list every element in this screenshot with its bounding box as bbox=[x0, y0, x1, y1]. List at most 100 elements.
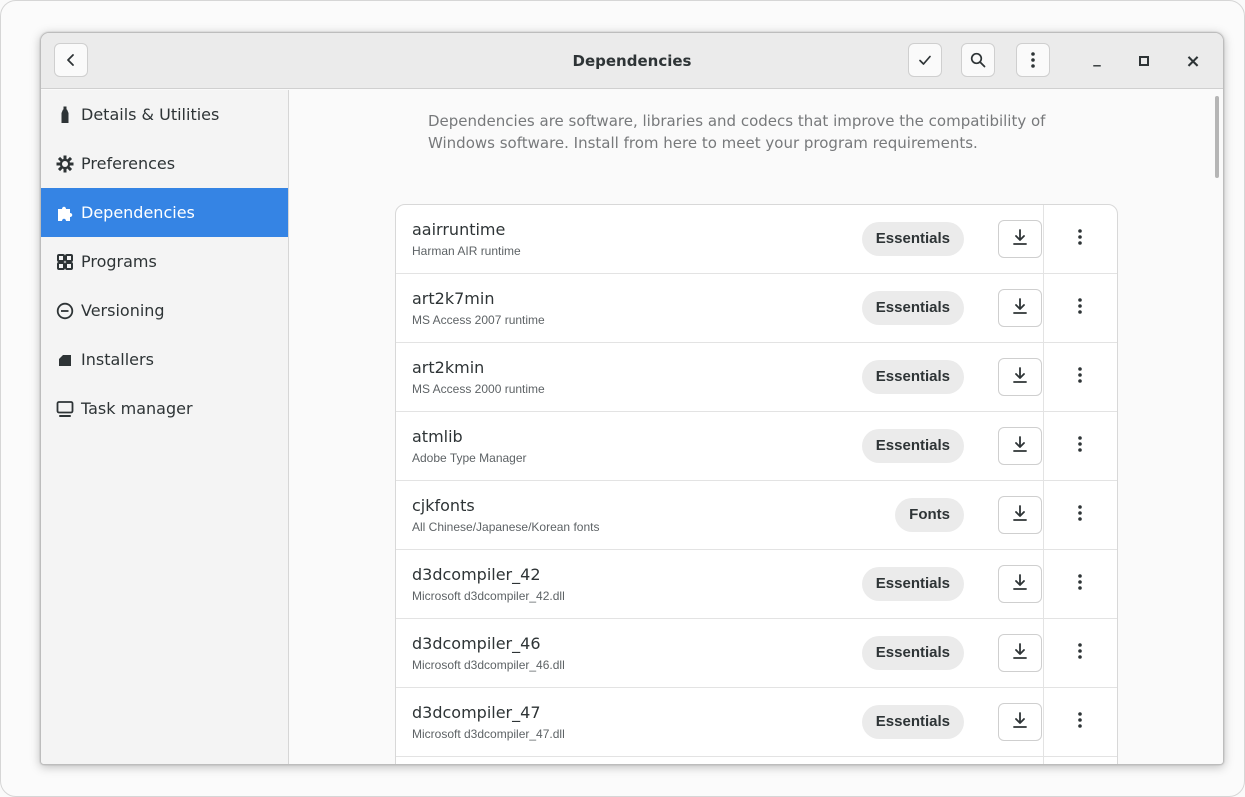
dependency-row[interactable]: cjkfonts All Chinese/Japanese/Korean font… bbox=[396, 481, 1117, 550]
minimize-label: _ bbox=[1093, 49, 1101, 67]
row-divider bbox=[1043, 757, 1044, 764]
vertical-ellipsis-icon bbox=[1078, 642, 1082, 664]
download-icon bbox=[1012, 435, 1028, 457]
dependency-description: Microsoft d3dcompiler_42.dll bbox=[412, 589, 565, 603]
category-badge: Essentials bbox=[861, 636, 964, 670]
dependencies-list: aairruntime Harman AIR runtime Essentials a… bbox=[395, 204, 1118, 764]
dependency-name: d3dcompiler_42 bbox=[412, 565, 541, 584]
row-divider bbox=[1043, 688, 1044, 757]
dependency-description: Harman AIR runtime bbox=[412, 244, 521, 258]
app-window: Dependencies _ × Details & Utilities Pre… bbox=[40, 32, 1224, 765]
search-icon bbox=[970, 52, 986, 68]
clock-icon bbox=[55, 301, 75, 321]
sidebar-item-label: Installers bbox=[81, 350, 154, 369]
sidebar-item-installers[interactable]: Installers bbox=[41, 335, 288, 384]
row-divider bbox=[1043, 343, 1044, 412]
vertical-ellipsis-icon bbox=[1078, 573, 1082, 595]
dependency-row[interactable]: d3dcompiler_42 Microsoft d3dcompiler_42.d… bbox=[396, 550, 1117, 619]
sidebar-item-dependencies[interactable]: Dependencies bbox=[41, 188, 288, 237]
download-icon bbox=[1012, 573, 1028, 595]
sidebar-item-versioning[interactable]: Versioning bbox=[41, 286, 288, 335]
row-menu-button[interactable] bbox=[1063, 567, 1097, 601]
vertical-ellipsis-icon bbox=[1078, 228, 1082, 250]
confirm-button[interactable] bbox=[908, 43, 942, 77]
vertical-ellipsis-icon bbox=[1078, 711, 1082, 733]
category-badge: Essentials bbox=[861, 429, 964, 463]
dependency-name: art2kmin bbox=[412, 358, 485, 377]
row-menu-button[interactable] bbox=[1063, 705, 1097, 739]
category-badge: Fonts bbox=[895, 498, 964, 532]
chevron-left-icon bbox=[64, 53, 78, 67]
search-button[interactable] bbox=[961, 43, 995, 77]
dependencies-description: Dependencies are software, libraries and… bbox=[428, 112, 1046, 152]
dependency-name: d3dcompiler_46 bbox=[412, 634, 541, 653]
dependency-name: cjkfonts bbox=[412, 496, 475, 515]
sidebar-item-preferences[interactable]: Preferences bbox=[41, 139, 288, 188]
dependency-row[interactable]: d3dcompiler_47 Microsoft d3dcompiler_47.d… bbox=[396, 688, 1117, 757]
sidebar-item-label: Details & Utilities bbox=[81, 105, 220, 124]
dependency-row[interactable]: atmlib Adobe Type Manager Essentials bbox=[396, 412, 1117, 481]
dependencies-panel: Dependencies are software, libraries and… bbox=[290, 90, 1223, 764]
main-menu-button[interactable] bbox=[1016, 43, 1050, 77]
close-button[interactable]: × bbox=[1180, 48, 1206, 74]
minimize-button[interactable]: _ bbox=[1084, 48, 1110, 74]
vertical-ellipsis-icon bbox=[1031, 52, 1035, 68]
download-icon bbox=[1012, 228, 1028, 250]
row-menu-button[interactable] bbox=[1063, 222, 1097, 256]
vertical-ellipsis-icon bbox=[1078, 297, 1082, 319]
sidebar-item-programs[interactable]: Programs bbox=[41, 237, 288, 286]
vertical-ellipsis-icon bbox=[1078, 504, 1082, 526]
install-button[interactable] bbox=[998, 703, 1042, 741]
dependency-name: d3dcompiler_47 bbox=[412, 703, 541, 722]
vertical-ellipsis-icon bbox=[1078, 366, 1082, 388]
dependency-description: All Chinese/Japanese/Korean fonts bbox=[412, 520, 600, 534]
row-menu-button[interactable] bbox=[1063, 291, 1097, 325]
dependency-description: Adobe Type Manager bbox=[412, 451, 527, 465]
maximize-button[interactable] bbox=[1131, 48, 1157, 74]
dependency-row[interactable]: d3dx11Essentials bbox=[396, 757, 1117, 764]
sidebar-item-task-manager[interactable]: Task manager bbox=[41, 384, 288, 433]
row-divider bbox=[1043, 481, 1044, 550]
row-menu-button[interactable] bbox=[1063, 360, 1097, 394]
monitor-icon bbox=[55, 399, 75, 419]
dependency-description: Microsoft d3dcompiler_47.dll bbox=[412, 727, 565, 741]
row-divider bbox=[1043, 619, 1044, 688]
dependency-description: MS Access 2000 runtime bbox=[412, 382, 545, 396]
sidebar-item-label: Task manager bbox=[81, 399, 193, 418]
category-badge: Essentials bbox=[861, 291, 964, 325]
checkmark-icon bbox=[918, 53, 932, 67]
maximize-icon bbox=[1139, 52, 1149, 70]
download-icon bbox=[1012, 711, 1028, 733]
package-icon bbox=[55, 350, 75, 370]
dependency-name: atmlib bbox=[412, 427, 463, 446]
dependency-row[interactable]: art2kmin MS Access 2000 runtime Essentials bbox=[396, 343, 1117, 412]
close-icon: × bbox=[1185, 50, 1201, 72]
dependency-row[interactable]: art2k7min MS Access 2007 runtime Essential… bbox=[396, 274, 1117, 343]
row-menu-button[interactable] bbox=[1063, 636, 1097, 670]
install-button[interactable] bbox=[998, 634, 1042, 672]
row-divider bbox=[1043, 412, 1044, 481]
install-button[interactable] bbox=[998, 565, 1042, 603]
install-button[interactable] bbox=[998, 427, 1042, 465]
dependency-row[interactable]: d3dcompiler_46 Microsoft d3dcompiler_46.d… bbox=[396, 619, 1117, 688]
install-button[interactable] bbox=[998, 289, 1042, 327]
row-menu-button[interactable] bbox=[1063, 498, 1097, 532]
install-button[interactable] bbox=[998, 496, 1042, 534]
back-button[interactable] bbox=[54, 43, 88, 77]
category-badge: Essentials bbox=[861, 222, 964, 256]
install-button[interactable] bbox=[998, 220, 1042, 258]
row-menu-button[interactable] bbox=[1063, 429, 1097, 463]
sidebar-item-details-utilities[interactable]: Details & Utilities bbox=[41, 90, 288, 139]
dependency-row[interactable]: aairruntime Harman AIR runtime Essentials bbox=[396, 205, 1117, 274]
download-icon bbox=[1012, 504, 1028, 526]
dependency-name: aairruntime bbox=[412, 220, 506, 239]
category-badge: Essentials bbox=[861, 705, 964, 739]
gear-icon bbox=[55, 154, 75, 174]
sidebar-item-label: Versioning bbox=[81, 301, 165, 320]
install-button[interactable] bbox=[998, 358, 1042, 396]
scrollbar[interactable] bbox=[1215, 96, 1219, 178]
sidebar: Details & Utilities Preferences Dependen… bbox=[41, 90, 289, 764]
row-divider bbox=[1043, 205, 1044, 274]
sidebar-item-label: Dependencies bbox=[81, 203, 195, 222]
category-badge: Essentials bbox=[861, 567, 964, 601]
